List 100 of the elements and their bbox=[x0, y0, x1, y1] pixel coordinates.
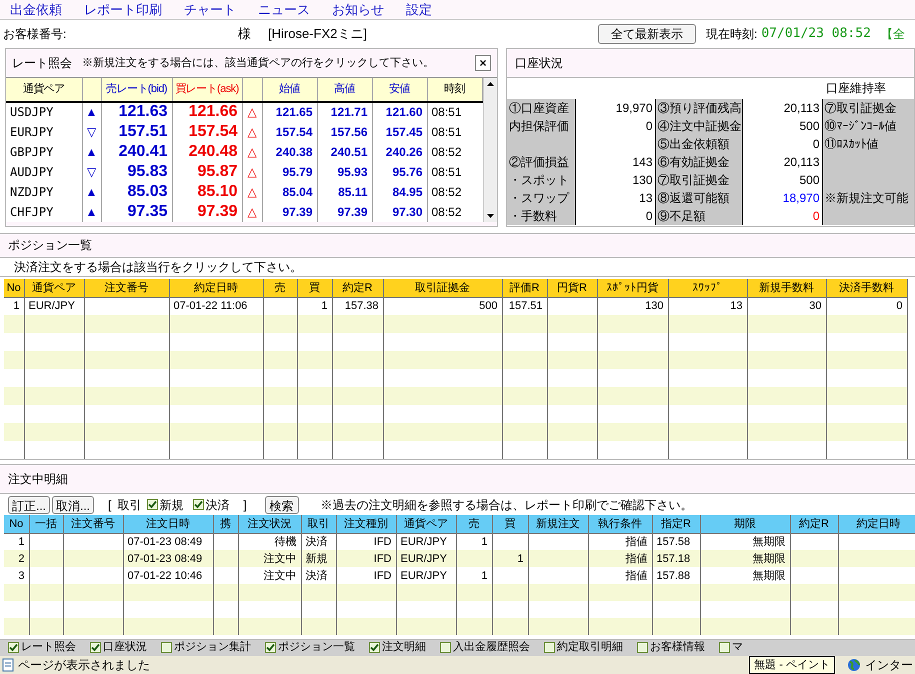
account-label: ⑥有効証拠金 bbox=[655, 152, 742, 171]
panel-toggle[interactable]: ポジション集計 bbox=[174, 640, 251, 656]
menu-item[interactable]: 設定 bbox=[406, 0, 432, 20]
bid-rate[interactable]: 157.51 bbox=[101, 122, 172, 142]
column-header: 決済手数料 bbox=[826, 279, 907, 298]
account-label: ⑨不足額 bbox=[655, 206, 742, 225]
column-header: 注文番号 bbox=[84, 279, 169, 298]
account-value: 19,970 bbox=[575, 98, 655, 117]
column-header: 注文日時 bbox=[123, 515, 213, 534]
account-label: ⑤出金依頼額 bbox=[655, 134, 742, 153]
ask-rate[interactable]: 121.66 bbox=[172, 102, 242, 122]
refresh-button[interactable]: 全て最新表示 bbox=[598, 24, 696, 44]
currency-pair[interactable]: CHFJPY bbox=[6, 202, 82, 222]
table-cell: IFD bbox=[336, 533, 396, 550]
checkbox[interactable] bbox=[161, 642, 172, 654]
menu-item[interactable]: 出金依頼 bbox=[10, 0, 62, 20]
table-cell: 95.79 bbox=[262, 162, 317, 182]
table-cell bbox=[528, 550, 588, 568]
column-header bbox=[82, 78, 101, 102]
ask-rate[interactable]: 95.87 bbox=[172, 162, 242, 182]
toolbar-button[interactable]: 取消... bbox=[52, 496, 94, 514]
panel-toggle[interactable]: 入出金履歴照会 bbox=[453, 640, 530, 656]
bid-rate[interactable]: 121.63 bbox=[101, 102, 172, 122]
column-header: ｽﾎﾟｯﾄ円貨 bbox=[597, 279, 668, 298]
status-message: ページが表示されました bbox=[18, 656, 150, 674]
clock-label: 現在時刻: bbox=[706, 26, 758, 43]
currency-pair[interactable]: AUDJPY bbox=[6, 162, 82, 182]
honorific: 様 bbox=[238, 25, 252, 44]
panel-toggle[interactable]: お客様情報 bbox=[650, 640, 705, 656]
currency-pair[interactable]: USDJPY bbox=[6, 102, 82, 122]
trend-mark: △ bbox=[242, 202, 262, 222]
column-header: 一括 bbox=[29, 515, 63, 534]
checkbox[interactable] bbox=[544, 642, 555, 654]
table-cell: 97.39 bbox=[262, 202, 317, 222]
panel-toggle[interactable]: マ bbox=[732, 640, 743, 656]
checkbox[interactable] bbox=[719, 642, 730, 654]
toolbar-button[interactable]: 訂正... bbox=[8, 496, 50, 514]
table-cell: 95.93 bbox=[317, 162, 372, 182]
menu-item[interactable]: チャート bbox=[184, 0, 236, 20]
checkbox[interactable] bbox=[193, 499, 204, 510]
panel-toggle[interactable]: 注文明細 bbox=[382, 640, 426, 656]
checkbox[interactable] bbox=[440, 642, 451, 654]
checkbox[interactable] bbox=[147, 499, 158, 510]
column-header: 執行条件 bbox=[588, 515, 652, 534]
panel-note: 決済注文をする場合は該当行をクリックして下さい。 bbox=[14, 258, 302, 276]
table-cell: EUR/JPY bbox=[396, 550, 456, 568]
column-header: 売レート(bid) bbox=[101, 78, 172, 102]
table-cell: 157.51 bbox=[502, 297, 547, 316]
column-header: 約定日時 bbox=[169, 279, 263, 298]
currency-pair[interactable]: EURJPY bbox=[6, 122, 82, 142]
table-cell: 157.54 bbox=[262, 122, 317, 142]
table-cell bbox=[63, 567, 123, 584]
search-button[interactable]: 検索 bbox=[264, 496, 299, 514]
table-cell: 30 bbox=[747, 297, 826, 316]
bid-rate[interactable]: 95.83 bbox=[101, 162, 172, 182]
checkbox[interactable] bbox=[637, 642, 648, 654]
bid-rate[interactable]: 97.35 bbox=[101, 202, 172, 222]
panel-toggle[interactable]: 口座状況 bbox=[103, 640, 147, 656]
filter-option[interactable]: 新規 bbox=[159, 496, 184, 514]
bid-rate[interactable]: 240.41 bbox=[101, 142, 172, 162]
ask-rate[interactable]: 157.54 bbox=[172, 122, 242, 142]
scrollbar[interactable] bbox=[482, 78, 497, 222]
table-cell: 08:52 bbox=[427, 142, 482, 162]
page-icon bbox=[2, 658, 14, 672]
panel-toggle[interactable]: ポジション一覧 bbox=[278, 640, 355, 656]
checkbox[interactable] bbox=[369, 642, 380, 654]
menu-item[interactable]: お知らせ bbox=[332, 0, 384, 20]
table-cell bbox=[213, 550, 238, 568]
trend-mark: ▲ bbox=[82, 202, 101, 222]
bracket: ] bbox=[243, 496, 247, 514]
column-header: 約定日時 bbox=[838, 515, 915, 534]
ask-rate[interactable]: 240.48 bbox=[172, 142, 242, 162]
panel-toggle[interactable]: レート照会 bbox=[21, 640, 76, 656]
checkbox[interactable] bbox=[8, 642, 19, 654]
currency-pair[interactable]: GBPJPY bbox=[6, 142, 82, 162]
truncated-text: 【全 bbox=[880, 26, 905, 43]
filter-option[interactable]: 決済 bbox=[205, 496, 230, 514]
close-button[interactable]: × bbox=[475, 54, 491, 71]
table-cell: 注文中 bbox=[238, 550, 301, 568]
menu-item[interactable]: ニュース bbox=[258, 0, 310, 20]
account-value: 143 bbox=[575, 152, 655, 171]
table-cell: 決済 bbox=[301, 533, 336, 550]
trend-mark: △ bbox=[242, 102, 262, 122]
check-icon bbox=[194, 500, 204, 510]
ask-rate[interactable]: 97.39 bbox=[172, 202, 242, 222]
panel-toggle[interactable]: 約定取引明細 bbox=[557, 640, 623, 656]
ask-rate[interactable]: 85.10 bbox=[172, 182, 242, 202]
table-cell: 121.65 bbox=[262, 102, 317, 122]
column-header: 円貨R bbox=[547, 279, 597, 298]
bid-rate[interactable]: 85.03 bbox=[101, 182, 172, 202]
table-cell: 157.88 bbox=[652, 567, 700, 584]
checkbox[interactable] bbox=[90, 642, 101, 654]
currency-pair[interactable]: NZDJPY bbox=[6, 182, 82, 202]
table-cell: 500 bbox=[383, 297, 502, 316]
checkbox[interactable] bbox=[265, 642, 276, 654]
table-cell: 無期限 bbox=[700, 550, 790, 568]
table-cell: 0 bbox=[826, 297, 907, 316]
account-label: ・スポット bbox=[507, 170, 575, 189]
menu-item[interactable]: レポート印刷 bbox=[84, 0, 162, 20]
product-name: [Hirose-FX2ミニ] bbox=[268, 25, 368, 44]
